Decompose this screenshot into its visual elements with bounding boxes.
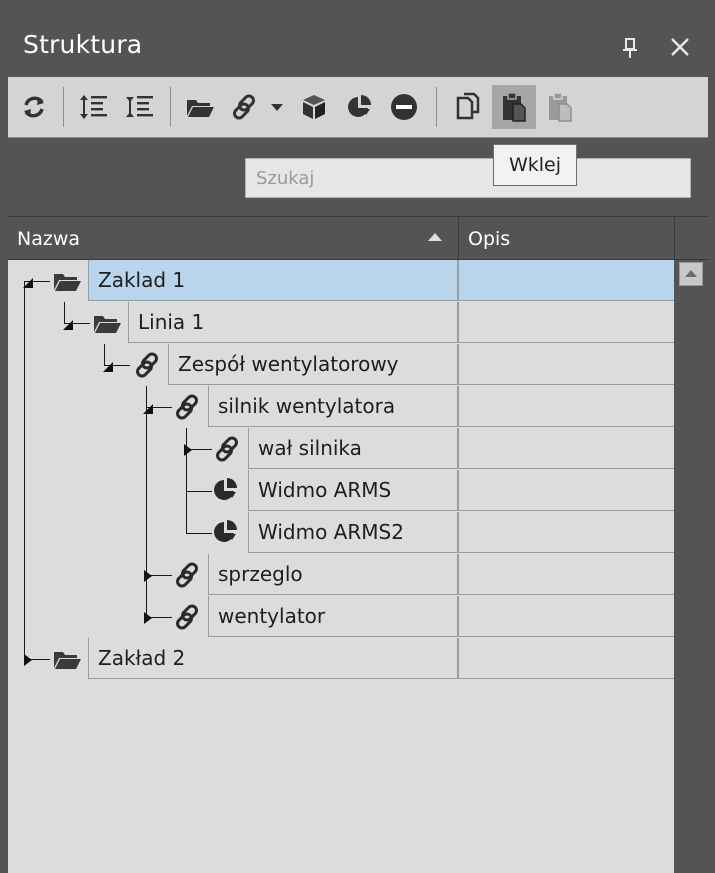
paste-icon[interactable] — [492, 85, 536, 129]
scroll-up-button[interactable] — [679, 262, 703, 286]
collapse-all-icon[interactable] — [120, 85, 160, 129]
tree-node-name-cell[interactable]: Zespół wentylatorowy — [168, 344, 458, 385]
tree-node-label: Zespół wentylatorowy — [178, 352, 399, 376]
tree-node-description-cell[interactable] — [458, 344, 674, 385]
tree-node-name-cell[interactable]: silnik wentylatora — [208, 386, 458, 427]
tree-node-description-cell[interactable] — [458, 386, 674, 427]
panel-title: Struktura — [23, 30, 143, 59]
column-header-name[interactable]: Nazwa — [17, 217, 457, 259]
copy-icon[interactable] — [448, 85, 488, 129]
expand-node-icon[interactable] — [142, 610, 154, 629]
link-icon — [172, 392, 202, 420]
column-header-description[interactable]: Opis — [468, 217, 668, 259]
tree-node-label: Zaklad 1 — [98, 268, 186, 292]
link-icon — [172, 560, 202, 588]
pin-icon[interactable] — [620, 37, 640, 59]
tree-node-label: wentylator — [218, 604, 326, 628]
close-icon[interactable] — [668, 35, 692, 59]
pie-chart-icon — [212, 476, 242, 504]
folder-icon — [92, 311, 122, 339]
column-header: Nazwa Opis — [8, 216, 708, 260]
link-icon — [132, 350, 162, 378]
folder-icon[interactable] — [180, 85, 220, 129]
tree-node-description-cell[interactable] — [458, 638, 674, 679]
sort-ascending-icon — [428, 233, 442, 241]
structure-panel: Struktura Szukaj Nazwa Opis Zaklad 1 Lin… — [0, 0, 715, 873]
tree-node-label: silnik wentylatora — [218, 394, 396, 418]
collapse-node-icon[interactable] — [22, 274, 34, 293]
tree-node-description-cell[interactable] — [458, 260, 674, 301]
tree-node-name-cell[interactable]: Linia 1 — [128, 302, 458, 343]
expand-node-icon[interactable] — [22, 652, 34, 671]
tree-node-label: Linia 1 — [138, 310, 205, 334]
tree-node-name-cell[interactable]: wał silnika — [248, 428, 458, 469]
tree-node-label: Widmo ARMS2 — [258, 520, 404, 544]
tree-node-name-cell[interactable]: sprzeglo — [208, 554, 458, 595]
vertical-scrollbar[interactable] — [674, 260, 708, 873]
expand-node-icon[interactable] — [142, 568, 154, 587]
collapse-node-icon[interactable] — [142, 400, 154, 419]
tree-row[interactable]: Widmo ARMS2 — [8, 512, 674, 554]
paste-special-icon[interactable] — [540, 85, 580, 129]
expand-node-icon[interactable] — [182, 442, 194, 461]
tree-row[interactable]: silnik wentylatora — [8, 386, 674, 428]
tree-node-description-cell[interactable] — [458, 302, 674, 343]
tree-node-description-cell[interactable] — [458, 512, 674, 553]
tree-row[interactable]: sprzeglo — [8, 554, 674, 596]
panel-titlebar: Struktura — [8, 15, 708, 77]
remove-icon[interactable] — [384, 85, 424, 129]
collapse-node-icon[interactable] — [62, 316, 74, 335]
tree-row[interactable]: Zespół wentylatorowy — [8, 344, 674, 386]
tree-node-description-cell[interactable] — [458, 428, 674, 469]
tree-node-name-cell[interactable]: Widmo ARMS2 — [248, 512, 458, 553]
cube-icon[interactable] — [294, 85, 334, 129]
link-icon — [212, 434, 242, 462]
tree-row[interactable]: wał silnika — [8, 428, 674, 470]
tree-node-description-cell[interactable] — [458, 596, 674, 637]
folder-icon — [52, 269, 82, 297]
tree-node-name-cell[interactable]: Zakład 2 — [88, 638, 458, 679]
pie-chart-icon — [212, 518, 242, 546]
collapse-node-icon[interactable] — [102, 358, 114, 377]
link-icon — [172, 602, 202, 630]
tree-row[interactable]: wentylator — [8, 596, 674, 638]
dropdown-arrow-icon[interactable] — [266, 85, 288, 129]
search-input[interactable] — [245, 158, 691, 198]
paste-tooltip: Wklej — [493, 144, 577, 186]
tree-node-label: sprzeglo — [218, 562, 303, 586]
folder-icon — [52, 647, 82, 675]
refresh-icon[interactable] — [14, 85, 54, 129]
tree-row[interactable]: Zaklad 1 — [8, 260, 674, 302]
tree-node-label: Zakład 2 — [98, 646, 186, 670]
tree-node-label: Widmo ARMS — [258, 478, 392, 502]
tree-node-label: wał silnika — [258, 436, 362, 460]
link-icon[interactable] — [224, 85, 264, 129]
content-area: Nazwa Opis Zaklad 1 Linia 1 Zespół wentyla… — [8, 140, 708, 873]
tree-node-description-cell[interactable] — [458, 554, 674, 595]
tree-grid: Zaklad 1 Linia 1 Zespół wentylatorowy silni… — [8, 260, 674, 873]
tree-node-name-cell[interactable]: Zaklad 1 — [88, 260, 458, 301]
tree-row[interactable]: Zakład 2 — [8, 638, 674, 680]
tree-node-description-cell[interactable] — [458, 470, 674, 511]
tree-node-name-cell[interactable]: wentylator — [208, 596, 458, 637]
tree-row[interactable]: Linia 1 — [8, 302, 674, 344]
expand-all-icon[interactable] — [74, 85, 114, 129]
tree-row[interactable]: Widmo ARMS — [8, 470, 674, 512]
pie-chart-icon[interactable] — [340, 85, 380, 129]
toolbar — [8, 77, 708, 138]
tree-node-name-cell[interactable]: Widmo ARMS — [248, 470, 458, 511]
